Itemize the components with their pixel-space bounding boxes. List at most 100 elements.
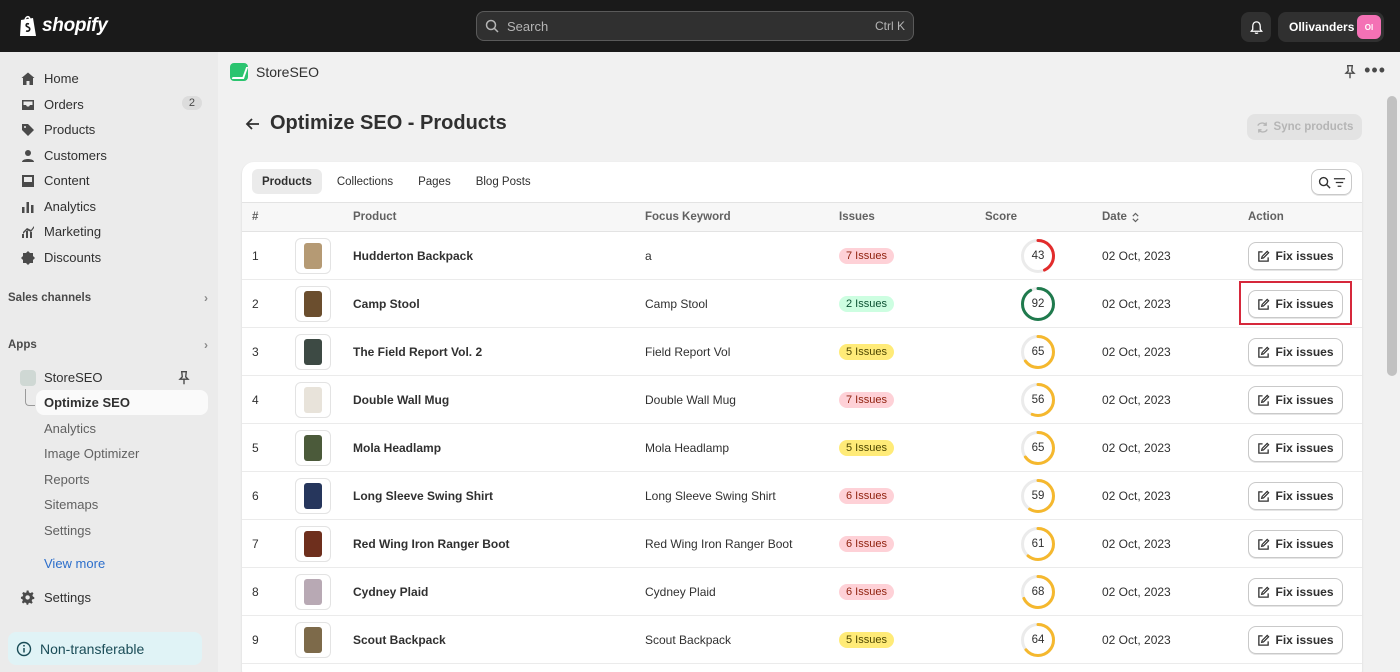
sidebar-subitem-optimize-seo[interactable]: Optimize SEO [36, 390, 208, 415]
sidebar-item-products[interactable]: Products [12, 117, 208, 142]
notifications-button[interactable] [1241, 12, 1271, 42]
product-thumbnail[interactable] [295, 574, 331, 610]
table-row: 4 Double Wall Mug Double Wall Mug 7 Issu… [242, 376, 1362, 424]
product-thumbnail[interactable] [295, 286, 331, 322]
issues-badge: 2 Issues [839, 296, 894, 312]
column-header-date[interactable]: Date [1102, 211, 1140, 223]
edit-icon [1258, 634, 1270, 646]
products-icon [22, 123, 34, 136]
score-cell: 65 [1020, 424, 1056, 472]
issues-cell: 7 Issues [839, 376, 894, 424]
fix-issues-button[interactable]: Fix issues [1248, 530, 1343, 558]
table-row: 1 Hudderton Backpack a 7 Issues 43 02 Oc… [242, 232, 1362, 280]
non-transferable-banner[interactable]: Non-transferable [8, 632, 202, 665]
fix-issues-button[interactable]: Fix issues [1248, 482, 1343, 510]
section-label: Sales channels [8, 292, 92, 304]
product-thumbnail-cell [295, 568, 331, 616]
sidebar-item-marketing[interactable]: Marketing [12, 219, 208, 244]
customers-icon [22, 149, 34, 162]
scrollbar[interactable] [1387, 96, 1397, 376]
row-number: 8 [252, 585, 259, 599]
product-image [304, 291, 322, 317]
issues-badge: 7 Issues [839, 248, 894, 264]
fix-issues-button[interactable]: Fix issues [1248, 242, 1343, 270]
tab-blog-posts[interactable]: Blog Posts [466, 169, 541, 194]
pin-icon[interactable] [176, 370, 192, 386]
sync-products-button[interactable]: Sync products [1247, 114, 1362, 140]
table-header: # Product Focus Keyword Issues Score Dat… [242, 202, 1362, 232]
sidebar-subitem-analytics[interactable]: Analytics [36, 416, 208, 441]
product-thumbnail-cell [295, 232, 331, 280]
score-cell: 61 [1020, 520, 1056, 568]
sidebar-subitem-image-optimizer[interactable]: Image Optimizer [36, 441, 208, 466]
product-name[interactable]: Red Wing Iron Ranger Boot [353, 520, 510, 568]
sidebar-item-label: Marketing [44, 224, 102, 239]
sidebar-section-apps[interactable]: Apps › [8, 338, 208, 352]
product-thumbnail[interactable] [295, 622, 331, 658]
product-thumbnail[interactable] [295, 478, 331, 514]
more-options-icon[interactable]: ••• [1364, 60, 1386, 81]
product-name[interactable]: Hudderton Backpack [353, 232, 473, 280]
product-thumbnail[interactable] [295, 238, 331, 274]
date-cell: 02 Oct, 2023 [1102, 345, 1171, 359]
sidebar-subitem-settings[interactable]: Settings [36, 518, 208, 543]
product-image [304, 483, 322, 509]
sidebar-subitem-sitemaps[interactable]: Sitemaps [36, 492, 208, 517]
tab-collections[interactable]: Collections [327, 169, 403, 194]
issues-badge: 6 Issues [839, 584, 894, 600]
product-thumbnail[interactable] [295, 334, 331, 370]
sidebar-item-label: Discounts [44, 250, 102, 265]
pin-icon[interactable] [1342, 64, 1358, 80]
fix-issues-button[interactable]: Fix issues [1248, 578, 1343, 606]
product-image [304, 531, 322, 557]
fix-issues-button[interactable]: Fix issues [1248, 386, 1343, 414]
focus-keyword: Cydney Plaid [645, 585, 716, 599]
table-row: 2 Camp Stool Camp Stool 2 Issues 92 02 O… [242, 280, 1362, 328]
column-header-number: # [252, 211, 259, 223]
product-thumbnail[interactable] [295, 430, 331, 466]
sidebar-item-label: Customers [44, 148, 107, 163]
search-bar[interactable]: Search Ctrl K [476, 11, 914, 41]
sidebar-item-discounts[interactable]: Discounts [12, 245, 208, 270]
sidebar-item-home[interactable]: Home [12, 66, 208, 91]
table-row: 5 Mola Headlamp Mola Headlamp 5 Issues 6… [242, 424, 1362, 472]
sidebar-item-storeseo[interactable]: StoreSEO [12, 365, 208, 390]
issues-badge: 6 Issues [839, 488, 894, 504]
shopify-logo[interactable]: shopify [18, 14, 108, 38]
edit-icon [1258, 490, 1270, 502]
sidebar-item-analytics[interactable]: Analytics [12, 194, 208, 219]
sidebar-section-sales-channels[interactable]: Sales channels › [8, 291, 208, 305]
back-arrow-icon[interactable] [244, 115, 262, 133]
date-cell: 02 Oct, 2023 [1102, 249, 1171, 263]
product-name[interactable]: Long Sleeve Swing Shirt [353, 472, 493, 520]
sidebar-item-customers[interactable]: Customers [12, 143, 208, 168]
search-filter-button[interactable] [1311, 169, 1352, 195]
product-thumbnail[interactable] [295, 526, 331, 562]
marketing-icon [22, 225, 34, 238]
sidebar-item-orders[interactable]: Orders 2 [12, 92, 208, 117]
store-menu[interactable]: Ollivanders Ol [1278, 12, 1384, 42]
product-name[interactable]: Cydney Plaid [353, 568, 428, 616]
product-thumbnail[interactable] [295, 382, 331, 418]
fix-issues-button[interactable]: Fix issues [1248, 338, 1343, 366]
product-name[interactable]: Mola Headlamp [353, 424, 441, 472]
fix-issues-button[interactable]: Fix issues [1248, 434, 1343, 462]
product-name[interactable]: Camp Stool [353, 280, 420, 328]
tab-pages[interactable]: Pages [408, 169, 461, 194]
view-more-link[interactable]: View more [44, 556, 105, 571]
products-table-card: Products Collections Pages Blog Posts # … [242, 162, 1362, 672]
score-ring: 92 [1020, 286, 1056, 322]
sidebar-item-label: Settings [44, 590, 91, 605]
product-name[interactable]: The Field Report Vol. 2 [353, 328, 482, 376]
sidebar-item-settings[interactable]: Settings [12, 585, 208, 610]
fix-issues-label: Fix issues [1275, 393, 1334, 407]
product-name[interactable]: Scout Backpack [353, 616, 446, 664]
score-value: 64 [1031, 634, 1045, 646]
sidebar-item-content[interactable]: Content [12, 168, 208, 193]
sidebar-subitem-reports[interactable]: Reports [36, 467, 208, 492]
tab-products[interactable]: Products [252, 169, 322, 194]
table-row: 9 Scout Backpack Scout Backpack 5 Issues… [242, 616, 1362, 664]
product-name[interactable]: Double Wall Mug [353, 376, 449, 424]
fix-issues-button[interactable]: Fix issues [1248, 626, 1343, 654]
product-image [304, 627, 322, 653]
